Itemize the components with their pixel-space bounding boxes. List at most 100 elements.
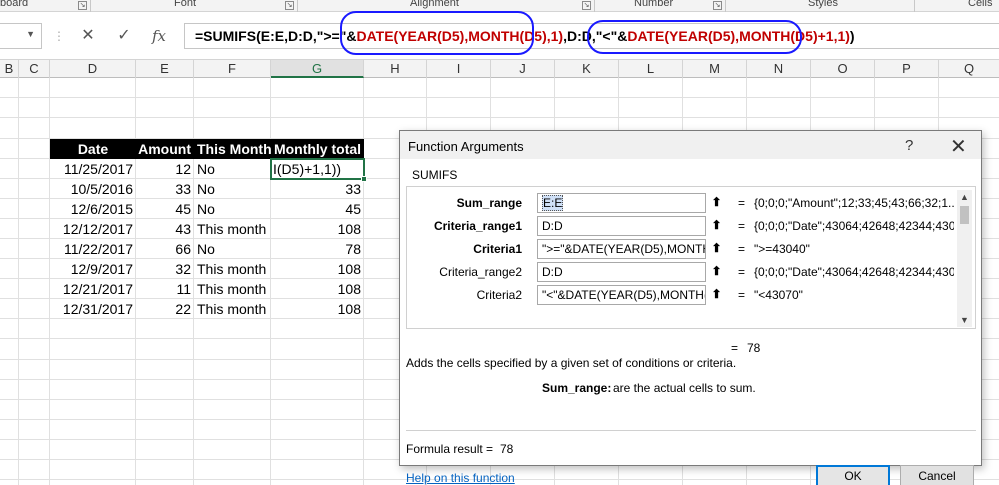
table-cell-monthly-total[interactable]: 33 (271, 179, 364, 199)
column-header-b[interactable]: B (0, 60, 19, 78)
formula-input[interactable]: =SUMIFS(E:E,D:D,">="&DATE(YEAR(D5),MONTH… (184, 23, 999, 49)
function-name: SUMIFS (412, 168, 458, 182)
column-header-c[interactable]: C (19, 60, 50, 78)
collapse-ref-icon[interactable]: ⬆ (705, 216, 727, 236)
scroll-down-icon[interactable]: ▼ (957, 313, 972, 327)
formula-text-highlight: DATE(YEAR(D5),MONTH(D5)+1,1) (627, 28, 850, 44)
table-cell-monthly-total[interactable]: 45 (271, 199, 364, 219)
grid-line (18, 78, 19, 485)
column-header-k[interactable]: K (555, 60, 619, 78)
column-header-l[interactable]: L (619, 60, 683, 78)
clipboard-launcher-icon[interactable]: ↘ (78, 1, 87, 10)
arg-label-criteria2: Criteria2 (476, 288, 522, 302)
table-cell-date[interactable]: 12/9/2017 (50, 259, 136, 279)
table-cell-date[interactable]: 10/5/2016 (50, 179, 136, 199)
table-cell-this-month[interactable]: This month (194, 259, 271, 279)
table-cell-monthly-total[interactable]: 108 (271, 279, 364, 299)
number-launcher-icon[interactable]: ↘ (713, 1, 722, 10)
table-cell-monthly-total[interactable]: 108 (271, 219, 364, 239)
table-cell-date[interactable]: 12/21/2017 (50, 279, 136, 299)
function-result-value: 78 (747, 341, 761, 355)
equals-sign: = (731, 341, 739, 355)
table-cell-this-month[interactable]: No (194, 179, 271, 199)
close-icon[interactable]: ✕ (950, 134, 967, 159)
arg-input-sum-range[interactable]: E:E (537, 193, 727, 213)
collapse-ref-icon[interactable]: ⬆ (705, 262, 727, 282)
arguments-group: Sum_range E:E ⬆ = {0;0;0;"Amount";12;33;… (406, 186, 976, 329)
formula-result-value: 78 (500, 442, 514, 456)
table-cell-amount[interactable]: 33 (136, 179, 194, 199)
column-header-g[interactable]: G (271, 60, 364, 78)
table-cell-monthly-total[interactable]: 108 (271, 259, 364, 279)
column-header-f[interactable]: F (194, 60, 271, 78)
column-header-n[interactable]: N (747, 60, 811, 78)
argument-description-text: are the actual cells to sum. (613, 381, 756, 395)
table-cell-date[interactable]: 11/22/2017 (50, 239, 136, 259)
column-header-j[interactable]: J (491, 60, 555, 78)
ribbon-group-cells: Cells (968, 0, 993, 9)
alignment-launcher-icon[interactable]: ↘ (582, 1, 591, 10)
font-launcher-icon[interactable]: ↘ (285, 1, 294, 10)
formula-bar-dots-icon: ⋮ (53, 29, 65, 43)
formula-text: ) (849, 28, 855, 44)
scroll-thumb[interactable] (960, 206, 969, 224)
help-icon[interactable]: ? (905, 137, 913, 154)
arg-input-criteria-range2[interactable]: D:D (537, 262, 727, 282)
cancel-formula-button[interactable]: ✕ (73, 23, 103, 49)
arg-input-criteria2[interactable]: "<"&DATE(YEAR(D5),MONTH(D5 (537, 285, 727, 305)
help-on-function-link[interactable]: Help on this function (406, 471, 515, 485)
excel-window: board ↘ Font ↘ Alignment ↘ Number ↘ Styl… (0, 0, 999, 485)
table-cell-date[interactable]: 12/31/2017 (50, 299, 136, 319)
table-cell-amount[interactable]: 45 (136, 199, 194, 219)
collapse-ref-icon[interactable]: ⬆ (705, 285, 727, 305)
table-cell-this-month[interactable]: This month (194, 299, 271, 319)
ribbon-separator (90, 0, 91, 12)
active-cell-g5[interactable]: I(D5)+1,1)) (270, 158, 365, 180)
table-cell-date[interactable]: 11/25/2017 (50, 159, 136, 179)
column-header-i[interactable]: I (427, 60, 491, 78)
arg-input-criteria1[interactable]: ">="&DATE(YEAR(D5),MONTH(D (537, 239, 727, 259)
column-header-e[interactable]: E (136, 60, 194, 78)
table-cell-amount[interactable]: 32 (136, 259, 194, 279)
table-cell-monthly-total[interactable]: 78 (271, 239, 364, 259)
table-cell-date[interactable]: 12/6/2015 (50, 199, 136, 219)
column-header-d[interactable]: D (50, 60, 136, 78)
enter-formula-button[interactable]: ✓ (109, 23, 139, 49)
header-cell-this-month[interactable]: This Month (194, 139, 271, 159)
arguments-scrollbar[interactable]: ▲ ▼ (957, 190, 972, 327)
table-cell-this-month[interactable]: No (194, 239, 271, 259)
table-cell-amount[interactable]: 22 (136, 299, 194, 319)
table-cell-amount[interactable]: 66 (136, 239, 194, 259)
collapse-ref-icon[interactable]: ⬆ (705, 239, 727, 259)
table-cell-amount[interactable]: 43 (136, 219, 194, 239)
ribbon-separator (594, 0, 595, 12)
insert-function-button[interactable]: fx (144, 23, 174, 49)
name-box[interactable]: ▼ (0, 23, 42, 49)
header-cell-date[interactable]: Date (50, 139, 136, 159)
header-cell-amount[interactable]: Amount (136, 139, 194, 159)
column-header-m[interactable]: M (683, 60, 747, 78)
column-header-p[interactable]: P (875, 60, 939, 78)
table-cell-date[interactable]: 12/12/2017 (50, 219, 136, 239)
table-cell-this-month[interactable]: This month (194, 219, 271, 239)
ribbon-group-number: Number (634, 0, 674, 9)
column-header-o[interactable]: O (811, 60, 875, 78)
arg-input-criteria-range1[interactable]: D:D (537, 216, 727, 236)
header-cell-monthly-total[interactable]: Monthly total (271, 139, 364, 159)
chevron-down-icon[interactable]: ▼ (26, 29, 35, 39)
scroll-up-icon[interactable]: ▲ (957, 190, 972, 204)
column-header-h[interactable]: H (364, 60, 427, 78)
cancel-button[interactable]: Cancel (900, 465, 974, 485)
table-cell-this-month[interactable]: This month (194, 279, 271, 299)
table-cell-amount[interactable]: 12 (136, 159, 194, 179)
table-cell-this-month[interactable]: No (194, 159, 271, 179)
equals-sign: = (738, 265, 746, 279)
column-header-q[interactable]: Q (939, 60, 999, 78)
table-cell-amount[interactable]: 11 (136, 279, 194, 299)
table-cell-this-month[interactable]: No (194, 199, 271, 219)
ribbon-group-styles: Styles (808, 0, 838, 9)
table-cell-monthly-total[interactable]: 108 (271, 299, 364, 319)
ok-button[interactable]: OK (816, 465, 890, 485)
collapse-ref-icon[interactable]: ⬆ (705, 193, 727, 213)
grid-line (0, 97, 999, 98)
